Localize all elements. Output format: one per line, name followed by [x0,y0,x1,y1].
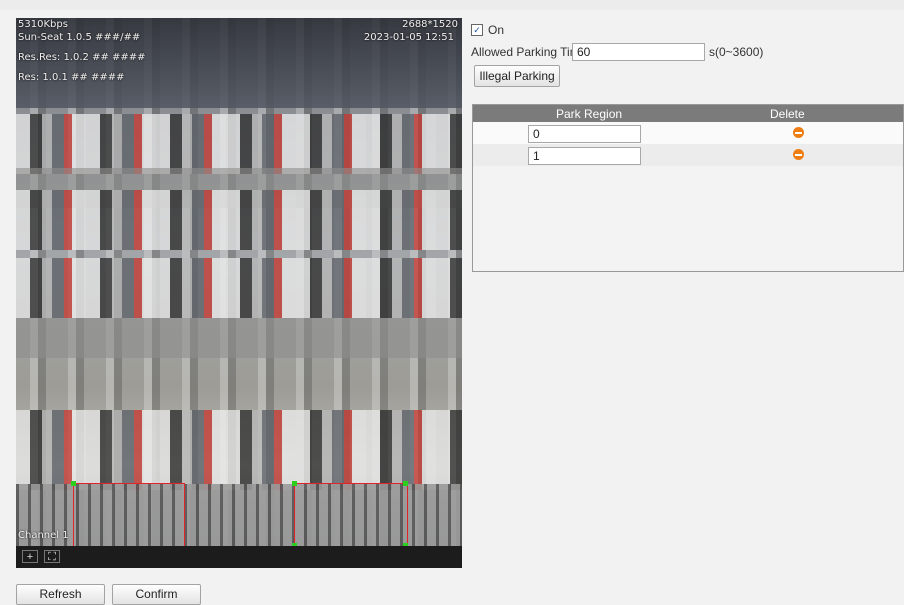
video-toolbar: + ⛶ [16,546,462,568]
table-row [473,144,903,166]
video-preview[interactable]: 5310Kbps 2688*1520 Sun-Seat 1.0.5 ###/##… [16,18,462,546]
park-region-1-outline[interactable] [294,483,408,546]
top-strip [0,0,904,10]
table-row [473,122,903,144]
delete-icon[interactable] [793,149,804,160]
driving-lane [16,318,462,358]
parking-row [16,114,462,174]
park-region-header: Park Region [556,107,623,121]
osd-timestamp: 2023-01-05 12:51 [363,32,454,43]
allowed-parking-time-label: Allowed Parking Time [471,45,587,59]
table-header: Park Region Delete [473,105,903,122]
parking-row [16,410,462,490]
resolution-label: 2688*1520 [402,19,458,30]
osd-line-1: Sun-Seat 1.0.5 ###/## [18,32,141,43]
allowed-parking-time-range: s(0~3600) [709,45,764,59]
enable-label: On [488,23,505,37]
osd-line-3: Res: 1.0.1 ## #### [18,72,125,83]
allowed-parking-time-input[interactable] [572,43,705,61]
parking-row [16,258,462,318]
park-region-input[interactable] [528,125,641,143]
osd-line-2: Res.Res: 1.0.2 ## #### [18,52,146,63]
park-region-table: Park Region Delete [472,104,904,272]
region-1-handle[interactable] [292,481,297,486]
fullscreen-icon[interactable]: ⛶ [44,550,60,563]
illegal-parking-button[interactable]: Illegal Parking [474,65,560,87]
enable-checkbox[interactable]: ✓ [471,24,483,36]
parking-row [16,190,462,250]
zoom-icon[interactable]: + [22,550,38,563]
region-0-handle[interactable] [71,481,76,486]
channel-label: Channel 1 [18,530,69,541]
park-region-input[interactable] [528,147,641,165]
delete-header: Delete [770,107,805,121]
confirm-button[interactable]: Confirm [112,584,201,605]
park-region-0-outline[interactable] [73,483,185,546]
bitrate-label: 5310Kbps [18,19,68,30]
refresh-button[interactable]: Refresh [16,584,105,605]
region-1-handle[interactable] [403,481,408,486]
delete-icon[interactable] [793,127,804,138]
